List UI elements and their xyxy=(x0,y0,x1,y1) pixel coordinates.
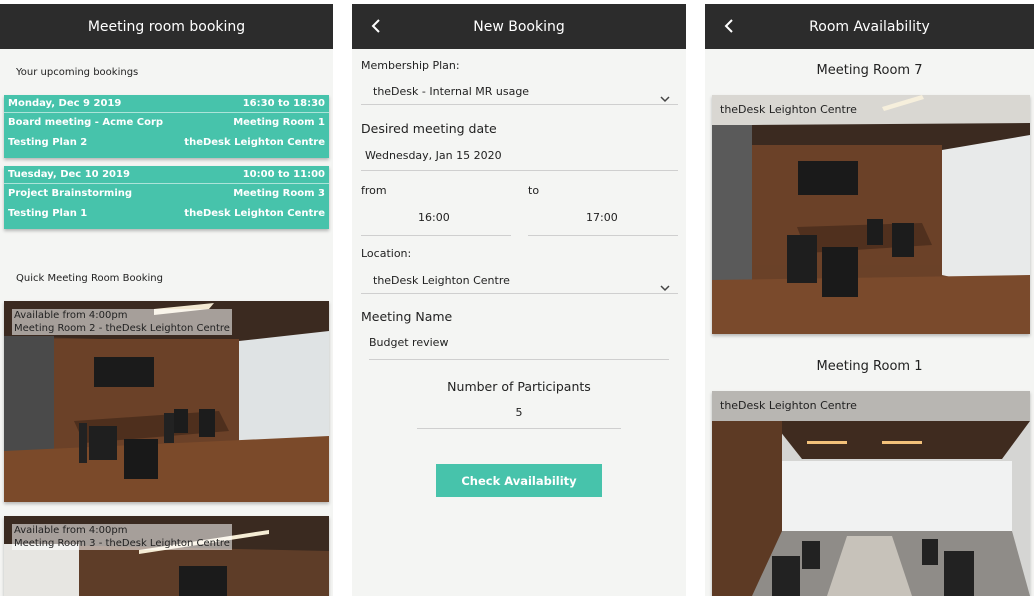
divider xyxy=(528,235,678,236)
meeting-date-field[interactable]: Wednesday, Jan 15 2020 xyxy=(365,149,502,162)
booking-time: 16:30 to 18:30 xyxy=(242,97,325,109)
booking-room: Meeting Room 1 xyxy=(233,116,325,128)
location-label: Location: xyxy=(361,247,412,260)
divider xyxy=(361,170,678,171)
booking-card[interactable]: Tuesday, Dec 10 2019 10:00 to 11:00 Proj… xyxy=(4,166,329,229)
membership-plan-select[interactable]: theDesk - Internal MR usage xyxy=(373,85,529,98)
room-location-text: Meeting Room 3 - theDesk Leighton Centre xyxy=(14,538,230,549)
top-bar: Room Availability xyxy=(705,4,1034,49)
booking-location: theDesk Leighton Centre xyxy=(184,207,325,219)
membership-plan-label: Membership Plan: xyxy=(361,59,460,72)
booking-room: Meeting Room 3 xyxy=(233,187,325,199)
chevron-left-icon xyxy=(724,19,733,33)
booking-header-row: Monday, Dec 9 2019 16:30 to 18:30 xyxy=(8,96,325,110)
booking-card[interactable]: Monday, Dec 9 2019 16:30 to 18:30 Board … xyxy=(4,95,329,158)
booking-plan: Testing Plan 2 xyxy=(8,136,88,148)
chevron-down-icon[interactable] xyxy=(660,277,670,292)
booking-date: Monday, Dec 9 2019 xyxy=(8,97,122,109)
room-location-text: Meeting Room 2 - theDesk Leighton Centre xyxy=(14,323,230,334)
booking-header-row: Tuesday, Dec 10 2019 10:00 to 11:00 xyxy=(8,167,325,181)
from-time-field[interactable]: 16:00 xyxy=(418,211,450,224)
meeting-room-photo xyxy=(712,391,1030,596)
meeting-room-booking-screen: Meeting room booking Your upcoming booki… xyxy=(0,4,333,596)
quick-room-card[interactable]: Available from 4:00pm Meeting Room 3 - t… xyxy=(4,516,329,596)
booking-name: Project Brainstorming xyxy=(8,187,133,199)
quick-room-card[interactable]: Available from 4:00pm Meeting Room 2 - t… xyxy=(4,301,329,502)
booking-detail-row: Project Brainstorming Meeting Room 3 xyxy=(8,186,325,200)
booking-plan: Testing Plan 1 xyxy=(8,207,88,219)
room-location-text: theDesk Leighton Centre xyxy=(720,399,857,412)
booking-detail-row: Testing Plan 2 theDesk Leighton Centre xyxy=(8,135,325,149)
divider xyxy=(4,112,329,113)
divider xyxy=(361,104,678,105)
to-label: to xyxy=(528,184,540,197)
location-select[interactable]: theDesk Leighton Centre xyxy=(373,274,510,287)
participants-label: Number of Participants xyxy=(447,379,591,394)
meeting-room-photo xyxy=(712,95,1030,334)
divider xyxy=(361,235,511,236)
room-caption: Available from 4:00pm Meeting Room 3 - t… xyxy=(12,524,232,550)
screen-title: Meeting room booking xyxy=(87,18,246,35)
booking-date: Tuesday, Dec 10 2019 xyxy=(8,168,130,180)
back-button[interactable] xyxy=(719,15,739,37)
divider xyxy=(417,428,621,429)
booking-detail-row: Board meeting - Acme Corp Meeting Room 1 xyxy=(8,115,325,129)
booking-time: 10:00 to 11:00 xyxy=(242,168,325,180)
meeting-name-label: Meeting Name xyxy=(361,309,453,324)
check-availability-button[interactable]: Check Availability xyxy=(436,464,602,497)
booking-name: Board meeting - Acme Corp xyxy=(8,116,164,128)
room-title: Meeting Room 1 xyxy=(816,359,923,374)
divider xyxy=(4,183,329,184)
available-from-text: Available from 4:00pm xyxy=(14,310,128,321)
back-button[interactable] xyxy=(366,15,386,37)
room-availability-screen: Room Availability Meeting Room 7 theDesk… xyxy=(705,4,1034,596)
room-card[interactable]: theDesk Leighton Centre xyxy=(712,95,1030,334)
chevron-left-icon xyxy=(371,19,380,33)
top-bar: Meeting room booking xyxy=(0,4,333,49)
participants-input[interactable]: 5 xyxy=(417,406,621,419)
room-location-text: theDesk Leighton Centre xyxy=(720,103,857,116)
room-card[interactable]: theDesk Leighton Centre xyxy=(712,391,1030,596)
booking-location: theDesk Leighton Centre xyxy=(184,136,325,148)
room-caption: Available from 4:00pm Meeting Room 2 - t… xyxy=(12,309,232,335)
meeting-date-label: Desired meeting date xyxy=(361,121,497,136)
chevron-down-icon[interactable] xyxy=(660,88,670,103)
upcoming-bookings-label: Your upcoming bookings xyxy=(16,67,139,78)
to-time-field[interactable]: 17:00 xyxy=(586,211,618,224)
screen-title: New Booking xyxy=(473,18,565,35)
divider xyxy=(361,293,678,294)
top-bar: New Booking xyxy=(352,4,686,49)
screen-title: Room Availability xyxy=(809,18,930,35)
divider xyxy=(369,359,669,360)
booking-detail-row: Testing Plan 1 theDesk Leighton Centre xyxy=(8,206,325,220)
available-from-text: Available from 4:00pm xyxy=(14,525,128,536)
meeting-name-input[interactable]: Budget review xyxy=(369,336,448,349)
new-booking-screen: New Booking Membership Plan: theDesk - I… xyxy=(352,4,686,596)
quick-booking-label: Quick Meeting Room Booking xyxy=(16,273,163,284)
room-title: Meeting Room 7 xyxy=(816,63,923,78)
from-label: from xyxy=(361,184,387,197)
